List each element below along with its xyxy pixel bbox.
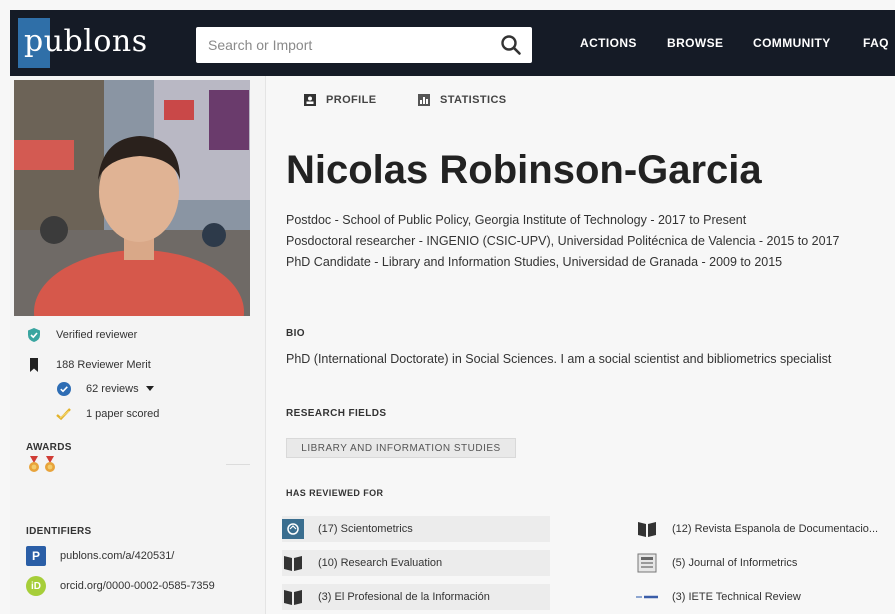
research-field-chip[interactable]: LIBRARY AND INFORMATION STUDIES — [286, 438, 516, 458]
research-fields-label: RESEARCH FIELDS — [286, 408, 387, 419]
award-medal-icon[interactable] — [44, 456, 56, 474]
journal-item[interactable]: (3) El Profesional de la Información — [282, 584, 550, 610]
journal-name: (3) IETE Technical Review — [672, 591, 801, 603]
has-reviewed-for-label: HAS REVIEWED FOR — [286, 488, 384, 498]
journal-item[interactable]: (3) IETE Technical Review — [636, 584, 895, 610]
journal-item[interactable]: (5) Journal of Informetrics — [636, 550, 895, 576]
book-icon — [284, 556, 302, 571]
profile-sidebar: Verified reviewer 188 Reviewer Merit 62 … — [10, 76, 266, 614]
verified-reviewer: Verified reviewer — [26, 327, 137, 343]
journal-name: (5) Journal of Informetrics — [672, 557, 798, 569]
divider — [226, 464, 250, 465]
nav-actions[interactable]: ACTIONS — [580, 36, 637, 50]
book-icon — [638, 522, 656, 537]
journal-name: (3) El Profesional de la Información — [318, 591, 490, 603]
orcid-identifier[interactable]: iD orcid.org/0000-0002-0585-7359 — [26, 576, 215, 596]
top-navigation-bar: publons ACTIONS BROWSE COMMUNITY FAQ — [10, 10, 895, 76]
profile-name: Nicolas Robinson-Garcia — [286, 148, 762, 192]
profile-card-icon — [304, 94, 316, 106]
search-box — [196, 27, 532, 63]
scientometrics-journal-icon — [282, 519, 304, 539]
publons-p-icon: P — [26, 546, 46, 566]
reviewer-merit-label: 188 Reviewer Merit — [56, 359, 151, 371]
orcid-identifier-link[interactable]: orcid.org/0000-0002-0585-7359 — [60, 580, 215, 592]
verified-shield-icon — [28, 328, 40, 342]
search-input[interactable] — [196, 27, 486, 63]
papers-scored: 1 paper scored — [56, 406, 159, 422]
tab-statistics-label: STATISTICS — [440, 94, 507, 106]
position-2: Posdoctoral researcher - INGENIO (CSIC-U… — [286, 234, 840, 248]
bookmark-icon — [30, 358, 38, 372]
reviews-count-label: 62 reviews — [86, 383, 139, 395]
publons-identifier[interactable]: P publons.com/a/420531/ — [26, 546, 174, 566]
identifiers-label: IDENTIFIERS — [26, 526, 92, 537]
tab-statistics[interactable]: STATISTICS — [418, 94, 507, 106]
journal-name: (10) Research Evaluation — [318, 557, 443, 569]
awards-label: AWARDS — [26, 442, 72, 453]
nav-browse[interactable]: BROWSE — [667, 36, 723, 50]
chevron-down-icon[interactable] — [145, 386, 154, 392]
reviews-count[interactable]: 62 reviews — [56, 381, 154, 397]
publons-logo[interactable]: publons — [18, 18, 147, 68]
journal-item[interactable]: (10) Research Evaluation — [282, 550, 550, 576]
journal-name: (12) Revista Espanola de Documentacio... — [672, 523, 879, 535]
bio-text: PhD (International Doctorate) in Social … — [286, 352, 832, 366]
avatar — [14, 80, 250, 316]
tab-profile-label: PROFILE — [326, 94, 377, 106]
publons-identifier-link[interactable]: publons.com/a/420531/ — [60, 550, 174, 562]
position-3: PhD Candidate - Library and Information … — [286, 255, 783, 269]
tab-profile[interactable]: PROFILE — [304, 94, 376, 106]
book-icon — [284, 590, 302, 605]
orcid-icon: iD — [26, 576, 46, 596]
journal-logo-icon — [636, 595, 658, 599]
journal-logo-icon — [637, 553, 657, 573]
profile-photo — [14, 80, 250, 316]
reviews-check-icon — [57, 382, 71, 396]
nav-faq[interactable]: FAQ — [863, 36, 889, 50]
logo-text: publons — [24, 24, 148, 59]
bio-label: BIO — [286, 328, 305, 339]
verified-reviewer-label: Verified reviewer — [56, 329, 138, 341]
position-1: Postdoc - School of Public Policy, Georg… — [286, 213, 747, 227]
journal-item[interactable]: (12) Revista Espanola de Documentacio... — [636, 516, 895, 542]
page: publons ACTIONS BROWSE COMMUNITY FAQ — [0, 0, 895, 614]
profile-main: PROFILE STATISTICS Nicolas Robinson-Garc… — [266, 76, 895, 614]
journal-item[interactable]: (17) Scientometrics — [282, 516, 550, 542]
paper-score-check-icon — [56, 408, 71, 421]
reviewer-merit: 188 Reviewer Merit — [26, 357, 151, 373]
journal-name: (17) Scientometrics — [318, 523, 413, 535]
award-medal-icon[interactable] — [28, 456, 40, 474]
search-icon[interactable] — [500, 34, 522, 56]
nav-community[interactable]: COMMUNITY — [753, 36, 831, 50]
bar-chart-icon — [418, 94, 430, 106]
papers-scored-label: 1 paper scored — [86, 408, 160, 420]
